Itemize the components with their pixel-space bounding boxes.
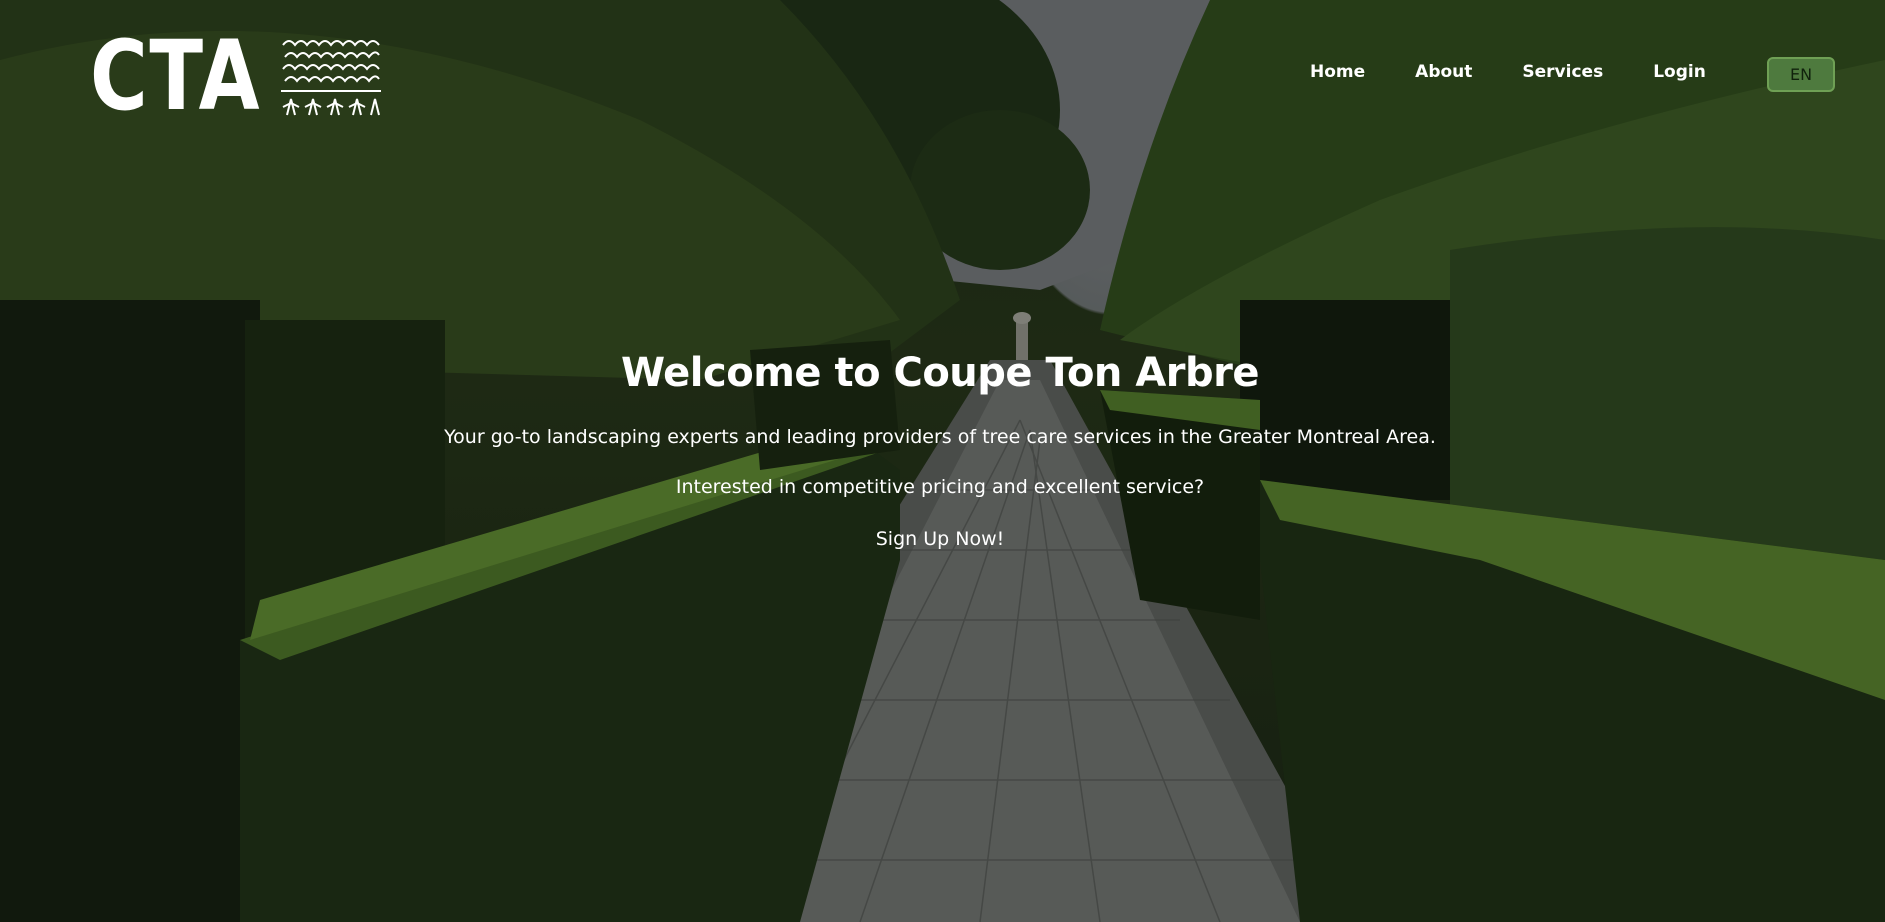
nav-about-link[interactable]: About	[1415, 62, 1472, 82]
hero-question: Interested in competitive pricing and ex…	[675, 476, 1205, 498]
language-toggle-button[interactable]: EN	[1767, 57, 1835, 92]
sign-up-link[interactable]: Sign Up Now!	[876, 528, 1004, 550]
landing-page: CTA Home About Services Login EN Welcome…	[0, 0, 1885, 922]
hedge-logo-icon	[280, 40, 381, 116]
site-logo[interactable]: CTA	[90, 28, 383, 124]
nav-services-link[interactable]: Services	[1522, 62, 1603, 82]
hero-subtitle: Your go-to landscaping experts and leadi…	[444, 426, 1436, 448]
logo-wordmark: CTA	[90, 20, 262, 132]
nav-login-link[interactable]: Login	[1653, 62, 1706, 82]
hero-section: Welcome to Coupe Ton Arbre Your go-to la…	[0, 350, 1880, 550]
hero-title: Welcome to Coupe Ton Arbre	[620, 350, 1260, 396]
main-nav: Home About Services Login	[1310, 62, 1756, 82]
nav-home-link[interactable]: Home	[1310, 62, 1365, 82]
